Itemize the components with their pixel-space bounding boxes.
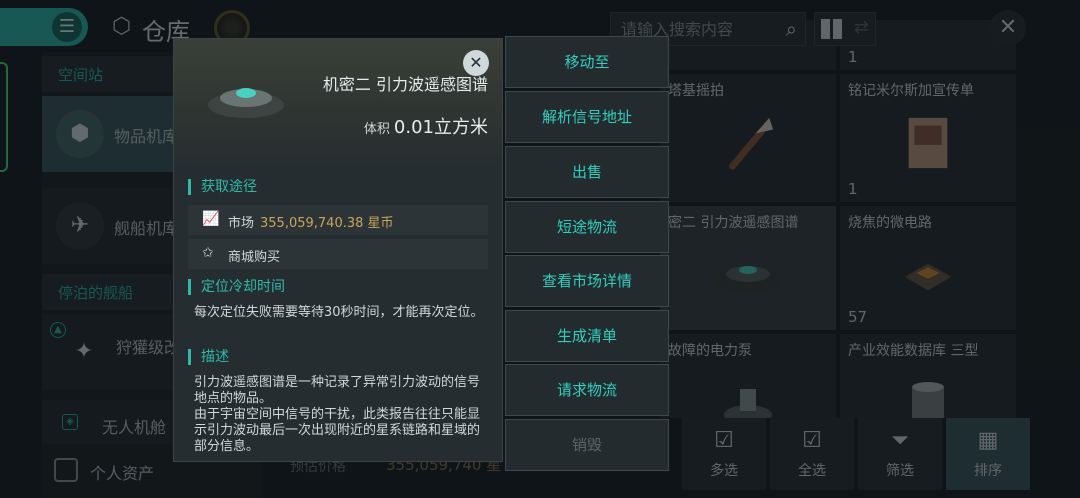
grid-cell[interactable]: 塔基摇拍 xyxy=(660,74,836,202)
sidebar-item-label: 无人机舱 xyxy=(102,418,167,437)
source-shop[interactable]: ✩ 商城购买 xyxy=(188,239,488,269)
grid-view-icon[interactable] xyxy=(821,19,843,39)
action-decode-signal-button[interactable]: 解析信号地址 xyxy=(505,91,669,143)
chart-icon: 📈 xyxy=(202,211,220,227)
source-market[interactable]: 📈 市场 355,059,740.38 星币 xyxy=(188,205,488,235)
market-label: 市场 xyxy=(228,216,255,231)
shop-label: 商城购买 xyxy=(228,250,281,265)
sidebar-item-label: 舰船机库 xyxy=(114,219,179,238)
sidebar-item-label: 物品机库 xyxy=(114,127,179,146)
item-name: 产业效能数据库 三型 xyxy=(848,343,979,359)
grid-cell[interactable]: 烧焦的微电路 57 xyxy=(840,206,1016,330)
item-name: 塔基摇拍 xyxy=(668,83,724,99)
filter-icon: ⏷ xyxy=(891,428,909,453)
view-toggle[interactable]: ⇄ xyxy=(814,12,876,46)
grid-cell[interactable]: 产业效能数据库 三型 xyxy=(840,334,1016,418)
flyer-icon xyxy=(908,117,948,169)
safe-icon xyxy=(54,458,78,482)
action-market-details-button[interactable]: 查看市场详情 xyxy=(505,255,669,307)
search-icon[interactable]: ⌕ xyxy=(786,17,797,41)
cube-icon: ⬢ xyxy=(56,110,104,158)
database-icon xyxy=(912,382,944,418)
item-qty: 1 xyxy=(848,48,858,66)
personal-assets-label: 个人资产 xyxy=(90,464,155,483)
volume-value: 0.01立方米 xyxy=(393,117,488,138)
filter-button[interactable]: ⏷ 筛选 xyxy=(858,418,942,490)
popup-header: 机密二 引力波遥感图谱 体积 0.01立方米 ✕ xyxy=(174,39,502,169)
item-grid: ≡ ≡ 1 塔基摇拍 铭记米尔斯加宣传单 1 密二 引力波遥感图谱 烧焦的微电路 xyxy=(660,20,1080,418)
item-qty: 57 xyxy=(848,308,868,326)
sort-grid-icon: ▦ xyxy=(977,428,999,453)
grid-cell[interactable]: 铭记米尔斯加宣传单 1 xyxy=(840,74,1016,202)
close-icon[interactable]: ✕ xyxy=(990,10,1026,46)
item-name: 铭记米尔斯加宣传单 xyxy=(848,83,974,99)
description-text: 引力波遥感图谱是一种记录了异常引力波动的信号地点的物品。 由于宇宙空间中信号的干… xyxy=(194,375,481,454)
item-name: 烧焦的微电路 xyxy=(848,215,932,231)
action-short-logistics-button[interactable]: 短途物流 xyxy=(505,201,669,253)
select-all-button[interactable]: ☑ 全选 xyxy=(770,418,854,490)
star-badge-icon: ✩ xyxy=(202,245,214,261)
main-menu-button[interactable]: ☰ xyxy=(0,8,88,46)
item-name: 故障的电力泵 xyxy=(668,343,752,359)
torch-icon xyxy=(729,117,774,170)
pump-icon xyxy=(724,389,772,418)
action-destroy-button[interactable]: 销毁 xyxy=(505,419,669,471)
select-all-icon: ☑ xyxy=(802,428,822,453)
section-description: 描述 xyxy=(188,349,229,365)
action-request-logistics-button[interactable]: 请求物流 xyxy=(505,364,669,416)
volume-row: 体积 0.01立方米 xyxy=(364,113,488,139)
item-name: 密二 引力波遥感图谱 xyxy=(668,215,799,231)
action-move-button[interactable]: 移动至 xyxy=(505,36,669,88)
ship-icon: ✦ xyxy=(60,328,108,376)
side-tab-indicator xyxy=(0,62,8,172)
item-title: 机密二 引力波遥感图谱 xyxy=(322,75,488,94)
circuit-icon xyxy=(904,263,952,291)
section-source: 获取途径 xyxy=(188,179,257,195)
multi-select-button[interactable]: ☑ 多选 xyxy=(682,418,766,490)
action-sell-button[interactable]: 出售 xyxy=(505,146,669,198)
swap-icon[interactable]: ⇄ xyxy=(854,17,869,38)
grid-cell[interactable]: 故障的电力泵 xyxy=(660,334,836,418)
sort-button[interactable]: ▦ 排序 xyxy=(946,418,1030,490)
volume-label: 体积 xyxy=(363,122,390,137)
cooldown-text: 每次定位失败需要等待30秒时间，才能再次定位。 xyxy=(194,305,484,320)
grid-cell[interactable]: 密二 引力波遥感图谱 xyxy=(660,206,836,330)
up-icon: ▲ xyxy=(50,322,66,338)
section-cooldown: 定位冷却时间 xyxy=(188,279,285,295)
ship-icon: ✈ xyxy=(56,202,104,250)
menu-icon: ☰ xyxy=(52,12,82,42)
checkbox-icon: ☑ xyxy=(714,428,734,453)
close-icon[interactable]: ✕ xyxy=(463,50,489,76)
market-price: 355,059,740.38 星币 xyxy=(260,216,394,231)
drone-icon: ◈ xyxy=(62,414,78,430)
signal-device-icon xyxy=(208,88,284,118)
sidebar-item-label: 狩獾级改 xyxy=(116,338,181,357)
item-qty: 1 xyxy=(848,180,858,198)
cube-icon: ⬡ xyxy=(112,14,132,39)
action-generate-list-button[interactable]: 生成清单 xyxy=(505,310,669,362)
signal-device-icon xyxy=(714,266,782,292)
item-detail-popup: 机密二 引力波遥感图谱 体积 0.01立方米 ✕ 获取途径 📈 市场 355,059… xyxy=(173,38,503,462)
